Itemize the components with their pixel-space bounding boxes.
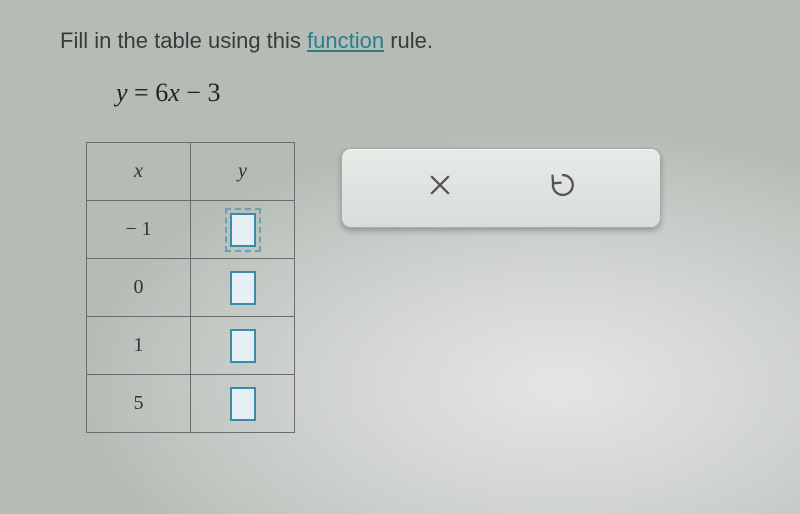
answer-input[interactable]: [230, 213, 256, 247]
undo-icon: [549, 171, 577, 206]
undo-button[interactable]: [541, 166, 585, 210]
table-row: − 1: [87, 201, 295, 259]
function-table: x y − 1015: [86, 142, 295, 433]
table-header-y: y: [191, 143, 295, 201]
table-cell-y: [191, 259, 295, 317]
table-cell-y: [191, 375, 295, 433]
table-cell-x: 1: [87, 317, 191, 375]
function-link[interactable]: function: [307, 28, 384, 53]
answer-input[interactable]: [230, 387, 256, 421]
instructions-suffix: rule.: [384, 28, 433, 53]
eq-y: y: [116, 78, 128, 107]
clear-button[interactable]: [418, 166, 462, 210]
table-row: 0: [87, 259, 295, 317]
answer-input[interactable]: [230, 329, 256, 363]
equation-display: y = 6x − 3: [116, 78, 740, 108]
table-header-x: x: [87, 143, 191, 201]
instructions-text: Fill in the table using this function ru…: [60, 28, 740, 54]
table-cell-x: 5: [87, 375, 191, 433]
table-cell-y: [191, 317, 295, 375]
action-panel: [341, 148, 661, 228]
eq-equals: =: [134, 78, 149, 107]
table-cell-x: 0: [87, 259, 191, 317]
table-cell-y: [191, 201, 295, 259]
close-icon: [426, 171, 454, 206]
table-row: 1: [87, 317, 295, 375]
eq-const: 3: [207, 78, 220, 107]
table-cell-x: − 1: [87, 201, 191, 259]
eq-coef: 6: [155, 78, 168, 107]
eq-x: x: [168, 78, 180, 107]
eq-minus: −: [186, 78, 201, 107]
answer-input[interactable]: [230, 271, 256, 305]
table-row: 5: [87, 375, 295, 433]
instructions-prefix: Fill in the table using this: [60, 28, 307, 53]
